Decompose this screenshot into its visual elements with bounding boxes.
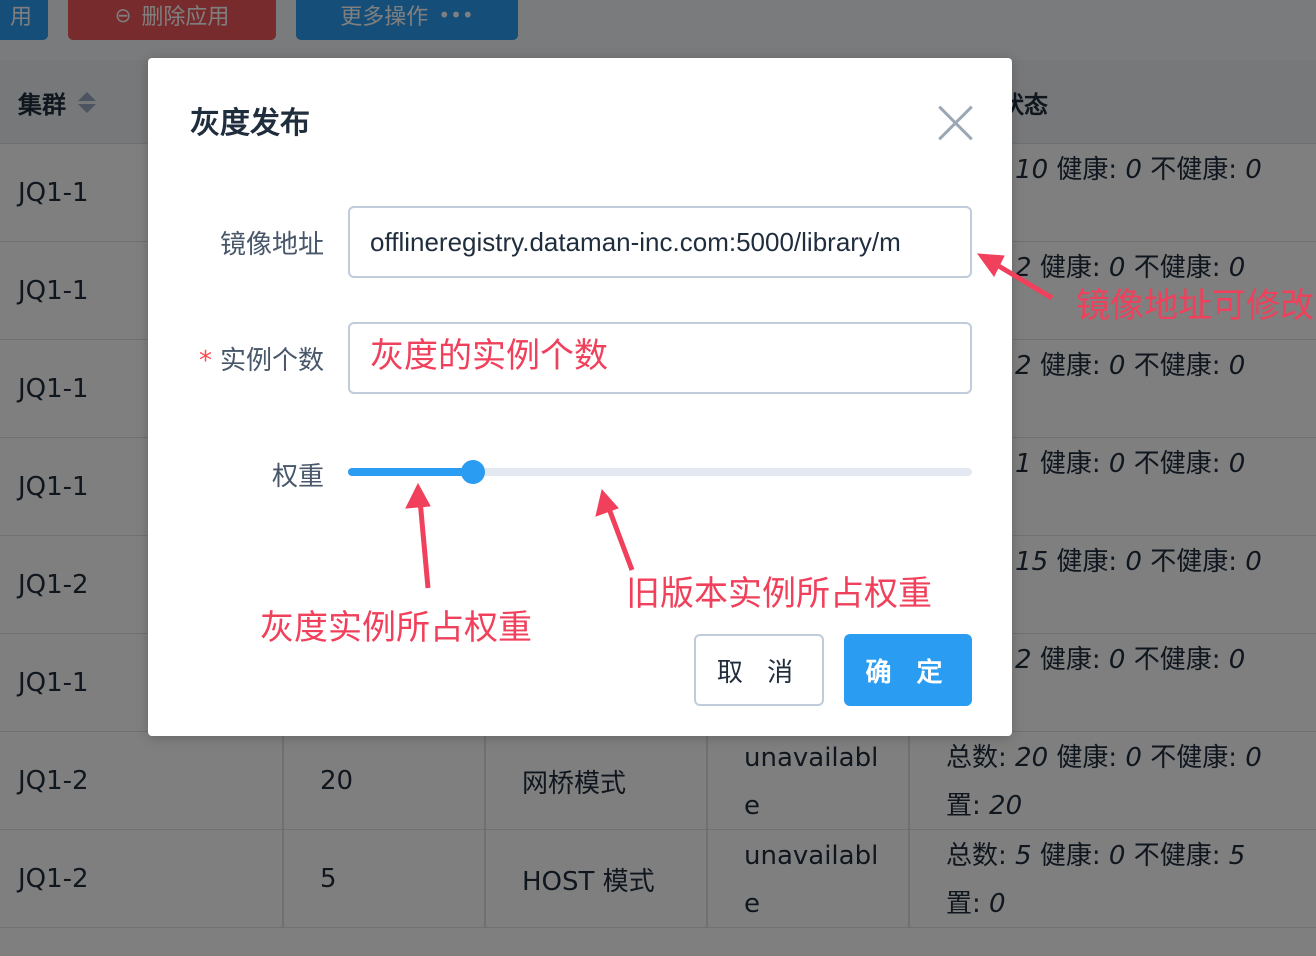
annotation-image-editable: 镜像地址可修改 (1076, 286, 1314, 326)
weight-slider-handle[interactable] (460, 460, 485, 484)
close-icon[interactable] (934, 102, 978, 146)
image-address-label: 镜像地址 (219, 230, 324, 260)
annotation-gray-weight: 灰度实例所占权重 (260, 608, 532, 648)
required-marker: * (198, 346, 212, 376)
cancel-button[interactable]: 取 消 (694, 634, 824, 706)
dialog-title: 灰度发布 (190, 106, 310, 141)
weight-slider-fill (348, 468, 473, 476)
weight-label: 权重 (271, 462, 324, 492)
annotation-old-weight: 旧版本实例所占权重 (626, 574, 932, 614)
image-address-input[interactable]: offlineregistry.dataman-inc.com:5000/lib… (348, 206, 972, 278)
instance-count-input[interactable]: 灰度的实例个数 (348, 322, 972, 394)
weight-slider[interactable] (348, 460, 972, 484)
instance-count-label: * 实例个数 (199, 340, 324, 377)
instance-count-label-text: 实例个数 (219, 346, 324, 376)
confirm-button[interactable]: 确 定 (844, 634, 972, 706)
